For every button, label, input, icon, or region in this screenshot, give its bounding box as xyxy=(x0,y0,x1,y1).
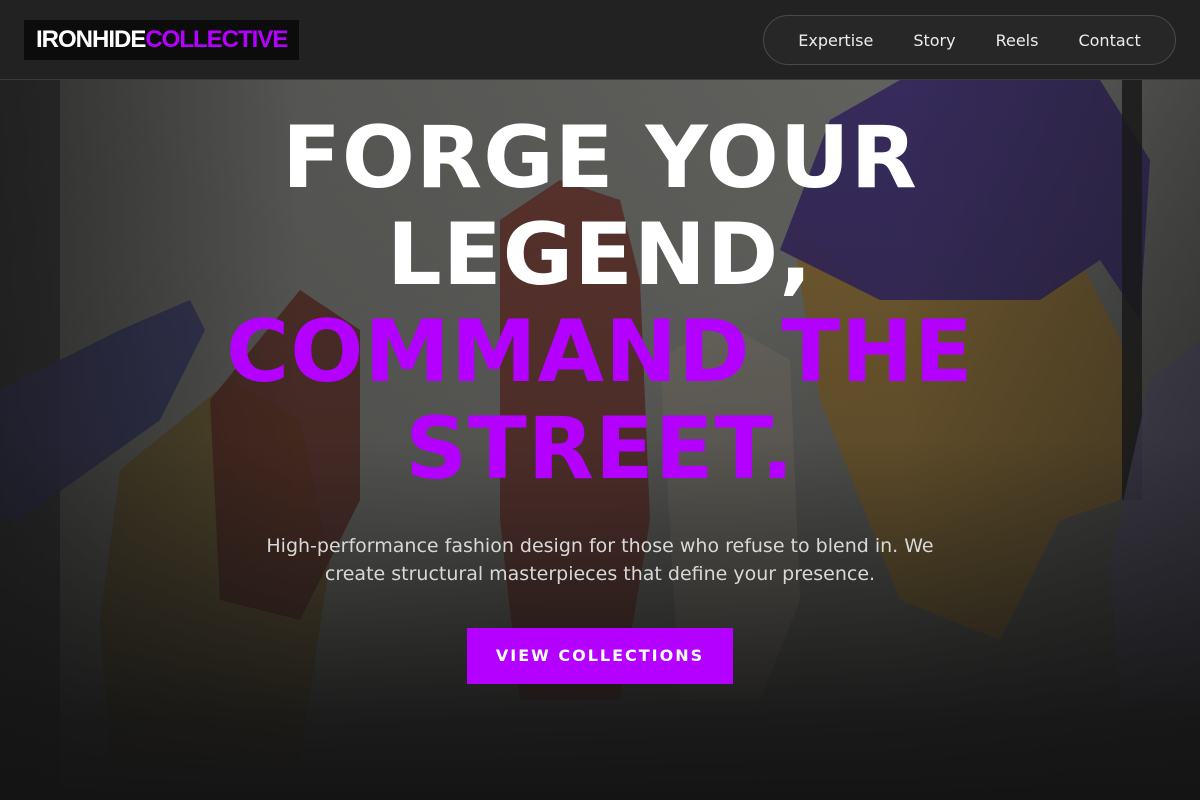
hero-title-line-1: FORGE YOUR xyxy=(282,108,918,208)
logo-text-ironhide: IRONHIDE xyxy=(36,26,146,53)
site-header: IRONHIDE COLLECTIVE Expertise Story Reel… xyxy=(0,0,1200,80)
nav-link-story[interactable]: Story xyxy=(913,31,955,50)
view-collections-button[interactable]: VIEW COLLECTIONS xyxy=(467,628,733,684)
hero-title-line-3: COMMAND THE xyxy=(226,302,974,402)
page: IRONHIDE COLLECTIVE Expertise Story Reel… xyxy=(0,0,1200,800)
hero-title-line-2: LEGEND, xyxy=(387,205,813,305)
nav-link-reels[interactable]: Reels xyxy=(996,31,1039,50)
hero-title: FORGE YOUR LEGEND, COMMAND THE STREET. xyxy=(0,110,1200,498)
logo-text-collective: COLLECTIVE xyxy=(145,26,288,53)
hero-subtitle: High-performance fashion design for thos… xyxy=(266,535,934,585)
logo[interactable]: IRONHIDE COLLECTIVE xyxy=(24,20,300,60)
nav-link-contact[interactable]: Contact xyxy=(1078,31,1140,50)
main-nav: Expertise Story Reels Contact xyxy=(763,15,1176,65)
nav-link-expertise[interactable]: Expertise xyxy=(798,31,873,50)
hero-title-line-4: STREET. xyxy=(405,399,795,499)
hero-section: FORGE YOUR LEGEND, COMMAND THE STREET. H… xyxy=(0,110,1200,684)
